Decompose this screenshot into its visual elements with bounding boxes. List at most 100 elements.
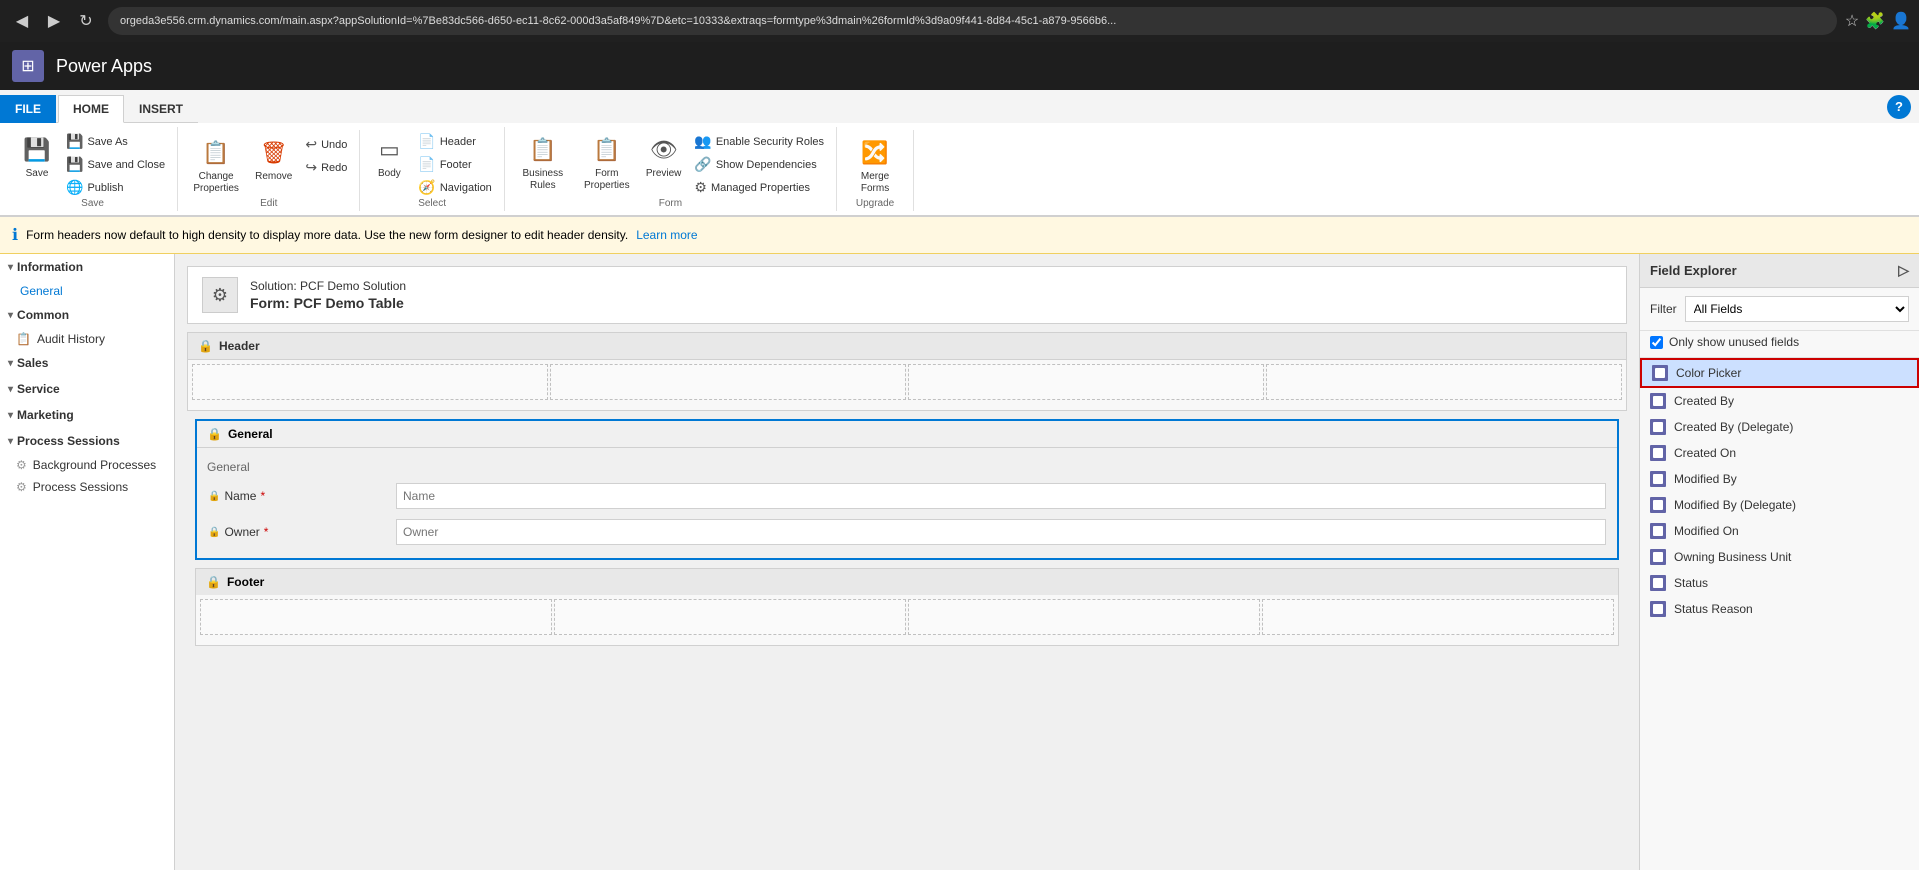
edit-group-label: Edit bbox=[186, 198, 351, 211]
unused-fields-checkbox[interactable] bbox=[1650, 336, 1663, 349]
field-modified-on-label: Modified On bbox=[1674, 524, 1909, 538]
navigation-button[interactable]: 🧭 Navigation bbox=[414, 177, 495, 198]
panel-expand-button[interactable]: ▷ bbox=[1898, 262, 1909, 279]
owner-field-label: 🔒 Owner * bbox=[208, 525, 388, 539]
form-area: ⚙ Solution: PCF Demo Solution Form: PCF … bbox=[175, 254, 1639, 870]
field-item-owning-business-unit[interactable]: Owning Business Unit bbox=[1640, 544, 1919, 570]
star-icon[interactable]: ☆ bbox=[1845, 11, 1859, 31]
undo-button[interactable]: ↩ Undo bbox=[301, 134, 351, 155]
publish-button[interactable]: 🌐 Publish bbox=[62, 177, 169, 198]
redo-button[interactable]: ↪ Redo bbox=[301, 157, 351, 178]
nav-section-marketing[interactable]: Marketing bbox=[0, 402, 174, 428]
name-input[interactable] bbox=[396, 483, 1606, 509]
change-properties-button[interactable]: 📋 Change Properties bbox=[186, 134, 246, 198]
save-as-button[interactable]: 💾 Save As bbox=[62, 131, 169, 152]
footer-lock-icon: 🔒 bbox=[206, 575, 221, 589]
show-deps-button[interactable]: 🔗 Show Dependencies bbox=[690, 154, 828, 175]
notification-text: Form headers now default to high density… bbox=[26, 228, 628, 242]
header-button[interactable]: 📄 Header bbox=[414, 131, 495, 152]
extension-icon[interactable]: 🧩 bbox=[1865, 11, 1885, 31]
nav-item-process-sessions[interactable]: ⚙ Process Sessions bbox=[0, 476, 174, 498]
managed-props-icon: ⚙ bbox=[694, 179, 707, 196]
panel-title: Field Explorer bbox=[1650, 263, 1737, 278]
field-item-status[interactable]: Status bbox=[1640, 570, 1919, 596]
help-button[interactable]: ? bbox=[1887, 95, 1911, 119]
field-modified-by-label: Modified By bbox=[1674, 472, 1909, 486]
navigation-icon: 🧭 bbox=[418, 179, 435, 196]
nav-item-general[interactable]: General bbox=[0, 280, 174, 302]
address-bar[interactable] bbox=[108, 7, 1837, 35]
field-item-modified-by-delegate[interactable]: Modified By (Delegate) bbox=[1640, 492, 1919, 518]
profile-icon[interactable]: 👤 bbox=[1891, 11, 1911, 31]
form-settings-icon: ⚙ bbox=[202, 277, 238, 313]
back-button[interactable]: ◀ bbox=[8, 7, 36, 35]
enable-security-button[interactable]: 👥 Enable Security Roles bbox=[690, 131, 828, 152]
nav-section-process-sessions[interactable]: Process Sessions bbox=[0, 428, 174, 454]
field-item-modified-on[interactable]: Modified On bbox=[1640, 518, 1919, 544]
body-button[interactable]: ▭ Body bbox=[368, 131, 410, 183]
general-section-header: 🔒 General bbox=[197, 421, 1617, 448]
save-close-icon: 💾 bbox=[66, 156, 83, 173]
redo-label: Redo bbox=[321, 162, 347, 174]
remove-button[interactable]: 🗑 Remove bbox=[250, 134, 297, 186]
tab-insert[interactable]: INSERT bbox=[124, 95, 198, 123]
change-props-label: Change Properties bbox=[191, 171, 241, 195]
field-item-created-on[interactable]: Created On bbox=[1640, 440, 1919, 466]
field-item-modified-by[interactable]: Modified By bbox=[1640, 466, 1919, 492]
preview-button[interactable]: 👁 Preview bbox=[641, 131, 687, 183]
browser-nav-buttons[interactable]: ◀ ▶ ↻ bbox=[8, 7, 100, 35]
field-item-color-picker[interactable]: Color Picker Display Name:Color Picker N… bbox=[1640, 358, 1919, 388]
field-modified-on-icon bbox=[1650, 523, 1666, 539]
footer-button[interactable]: 📄 Footer bbox=[414, 154, 495, 175]
ribbon-small-edit-group: ↩ Undo ↪ Redo bbox=[301, 134, 351, 178]
nav-section-service[interactable]: Service bbox=[0, 376, 174, 402]
nav-item-background-processes[interactable]: ⚙ Background Processes bbox=[0, 454, 174, 476]
field-owning-bu-label: Owning Business Unit bbox=[1674, 550, 1909, 564]
footer-cell-3 bbox=[908, 599, 1260, 635]
waffle-button[interactable]: ⊞ bbox=[12, 50, 44, 82]
nav-item-audit-history[interactable]: 📋 Audit History bbox=[0, 328, 174, 350]
header-cell-3 bbox=[908, 364, 1264, 400]
general-section-body: General 🔒 Name * 🔒 Owner * bbox=[197, 448, 1617, 558]
ribbon-group-select-inner: ▭ Body 📄 Header 📄 Footer 🧭 Navigation bbox=[368, 127, 495, 198]
general-section-wrapper[interactable]: 🔒 General General 🔒 Name * 🔒 Owner bbox=[195, 419, 1619, 560]
form-properties-button[interactable]: 📋 Form Properties bbox=[577, 131, 637, 195]
managed-props-button[interactable]: ⚙ Managed Properties bbox=[690, 177, 828, 198]
header-label: Header bbox=[440, 136, 476, 148]
field-created-on-label: Created On bbox=[1674, 446, 1909, 460]
header-label: Header bbox=[219, 339, 260, 353]
save-button[interactable]: 💾 Save bbox=[16, 131, 58, 183]
nav-section-information[interactable]: Information bbox=[0, 254, 174, 280]
panel-header: Field Explorer ▷ bbox=[1640, 254, 1919, 288]
header-section-header: 🔒 Header bbox=[188, 333, 1626, 360]
tab-home[interactable]: HOME bbox=[58, 95, 124, 123]
header-cell-4 bbox=[1266, 364, 1622, 400]
owner-label-text: Owner bbox=[224, 525, 259, 539]
ribbon-group-edit: 📋 Change Properties 🗑 Remove ↩ Undo ↪ Re… bbox=[178, 130, 360, 211]
ribbon-group-upgrade-inner: 🔀 Merge Forms bbox=[845, 130, 905, 198]
merge-forms-button[interactable]: 🔀 Merge Forms bbox=[845, 134, 905, 198]
business-rules-label: Business Rules bbox=[518, 168, 568, 192]
nav-section-sales[interactable]: Sales bbox=[0, 350, 174, 376]
form-header-info: ⚙ Solution: PCF Demo Solution Form: PCF … bbox=[187, 266, 1627, 324]
forward-button[interactable]: ▶ bbox=[40, 7, 68, 35]
field-item-created-by-delegate[interactable]: Created By (Delegate) bbox=[1640, 414, 1919, 440]
browser-icons: ☆ 🧩 👤 bbox=[1845, 11, 1911, 31]
reload-button[interactable]: ↻ bbox=[72, 7, 100, 35]
unused-fields-checkbox-row: Only show unused fields bbox=[1640, 331, 1919, 358]
business-rules-button[interactable]: 📋 Business Rules bbox=[513, 131, 573, 195]
tab-file[interactable]: FILE bbox=[0, 95, 56, 123]
learn-more-link[interactable]: Learn more bbox=[636, 228, 697, 242]
filter-select[interactable]: All Fields bbox=[1685, 296, 1909, 322]
save-close-button[interactable]: 💾 Save and Close bbox=[62, 154, 169, 175]
field-item-status-reason[interactable]: Status Reason bbox=[1640, 596, 1919, 622]
save-icon: 💾 bbox=[21, 134, 53, 166]
nav-section-common[interactable]: Common bbox=[0, 302, 174, 328]
ribbon-tabs-row: FILE HOME INSERT ? bbox=[0, 90, 1919, 123]
field-item-created-by[interactable]: Created By bbox=[1640, 388, 1919, 414]
ribbon-group-edit-inner: 📋 Change Properties 🗑 Remove ↩ Undo ↪ Re… bbox=[186, 130, 351, 198]
field-created-on-icon bbox=[1650, 445, 1666, 461]
save-as-label: Save As bbox=[87, 136, 127, 148]
owner-input[interactable] bbox=[396, 519, 1606, 545]
header-icon: 📄 bbox=[418, 133, 435, 150]
